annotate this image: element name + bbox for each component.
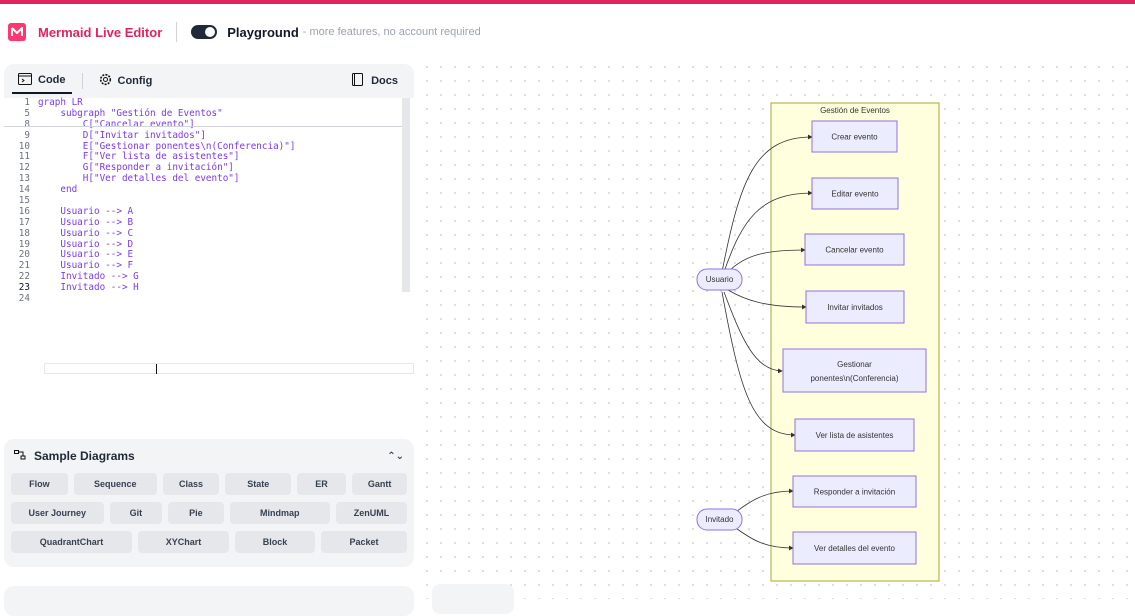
current-line-highlight [44, 363, 414, 374]
line-text: D["Invitar invitados"] [38, 129, 206, 141]
node-usuario-label: Usuario [706, 275, 734, 284]
code-line[interactable]: 23 Invitado --> H [4, 282, 414, 294]
subgraph-title: Gestión de Eventos [820, 106, 890, 115]
subgraph-cluster [770, 102, 940, 582]
sticky-scroll-divider [4, 126, 406, 127]
line-number: 18 [18, 227, 30, 239]
code-line[interactable]: 14 end [4, 184, 414, 196]
code-line[interactable]: 18 Usuario --> C [4, 227, 414, 240]
docs-button[interactable]: Docs [352, 73, 398, 89]
sample-row-1: Flow Sequence Class State ER Gantt [4, 473, 414, 495]
sample-button-mindmap[interactable]: Mindmap [229, 502, 330, 524]
line-number: 24 [18, 293, 30, 305]
sample-button-git[interactable]: Git [109, 502, 163, 524]
node-ver-detalles-evento-label: Ver detalles del evento [814, 544, 895, 553]
mermaid-logo-icon[interactable] [8, 23, 26, 41]
gear-icon [99, 73, 112, 89]
line-text: Invitado --> H [38, 282, 139, 294]
code-line[interactable]: 9 D["Invitar invitados"] [4, 129, 414, 142]
code-editor[interactable]: 1 graph LR 5 subgraph "Gestión de Eventos"… [4, 97, 414, 420]
code-icon [18, 72, 32, 88]
sample-button-user-journey[interactable]: User Journey [11, 502, 104, 524]
diagram-icon [14, 449, 26, 463]
node-crear-evento-label: Crear evento [831, 133, 878, 142]
text-cursor [156, 364, 157, 374]
line-text: Usuario --> C [38, 227, 134, 239]
line-number: 9 [24, 129, 30, 141]
playground-subtitle: - more features, no account required [302, 26, 481, 38]
line-number: 5 [24, 107, 30, 119]
header: Mermaid Live Editor Playground - more fe… [0, 4, 1135, 60]
sample-diagrams-header[interactable]: Sample Diagrams ⌃⌄ [4, 439, 414, 473]
editor-tabs: Code Config Docs [4, 64, 414, 98]
tab-code[interactable]: Code [12, 69, 72, 94]
sample-button-class[interactable]: Class [162, 473, 220, 495]
tab-divider [81, 73, 83, 89]
playground-toggle[interactable] [191, 25, 218, 39]
code-line[interactable]: 24 [4, 293, 414, 305]
header-divider [176, 22, 178, 42]
line-number: 1 [24, 97, 30, 108]
tab-code-label: Code [38, 74, 66, 86]
node-invitar-invitados-label: Invitar invitados [827, 303, 883, 312]
sample-button-quadrantchart[interactable]: QuadrantChart [11, 531, 132, 553]
tab-config[interactable]: Config [93, 69, 159, 93]
app-title[interactable]: Mermaid Live Editor [38, 25, 162, 40]
canvas-toolbar[interactable] [432, 584, 514, 614]
sample-button-sequence[interactable]: Sequence [73, 473, 157, 495]
sample-button-state[interactable]: State [225, 473, 291, 495]
sample-diagrams-title: Sample Diagrams [34, 449, 135, 463]
editor-panel: Code Config Docs 1 graph LR 5 subgraph "Ge… [4, 64, 414, 420]
collapse-chevron-icon[interactable]: ⌃⌄ [387, 451, 404, 462]
sample-row-2: User Journey Git Pie Mindmap ZenUML [4, 502, 414, 524]
book-icon [352, 73, 364, 89]
sample-button-zenuml[interactable]: ZenUML [335, 502, 408, 524]
node-ver-lista-asistentes-label: Ver lista de asistentes [816, 431, 894, 440]
sample-button-flow[interactable]: Flow [11, 473, 68, 495]
sample-button-gantt[interactable]: Gantt [352, 473, 408, 495]
node-responder-invitacion-label: Responder a invitación [814, 488, 895, 497]
sample-row-3: QuadrantChart XYChart Block Packet [4, 531, 414, 553]
sample-button-xychart[interactable]: XYChart [138, 531, 229, 553]
node-gestionar-ponentes-label-2: ponentes\n(Conferencia) [810, 374, 898, 383]
editor-scrollbar[interactable] [402, 98, 410, 292]
node-editar-evento-label: Editar evento [831, 190, 879, 199]
node-gestionar-ponentes[interactable] [782, 348, 927, 393]
node-cancelar-evento-label: Cancelar evento [825, 246, 884, 255]
playground-title[interactable]: Playground [227, 25, 299, 40]
sample-diagrams-panel: Sample Diagrams ⌃⌄ Flow Sequence Class S… [4, 439, 414, 567]
diagram-canvas[interactable]: Gestión de Eventos Usuario Invitado Crea… [420, 60, 1135, 599]
sample-button-block[interactable]: Block [235, 531, 315, 553]
tab-config-label: Config [117, 75, 153, 87]
node-invitado-label: Invitado [705, 515, 734, 524]
sample-button-pie[interactable]: Pie [168, 502, 224, 524]
bottom-panel[interactable] [4, 586, 414, 616]
node-gestionar-ponentes-label-1: Gestionar [837, 360, 872, 369]
docs-label: Docs [371, 75, 398, 87]
line-text: end [38, 184, 78, 196]
sample-button-er[interactable]: ER [296, 473, 347, 495]
diagram-svg: Gestión de Eventos Usuario Invitado Crea… [696, 102, 940, 582]
sample-button-packet[interactable]: Packet [321, 531, 407, 553]
